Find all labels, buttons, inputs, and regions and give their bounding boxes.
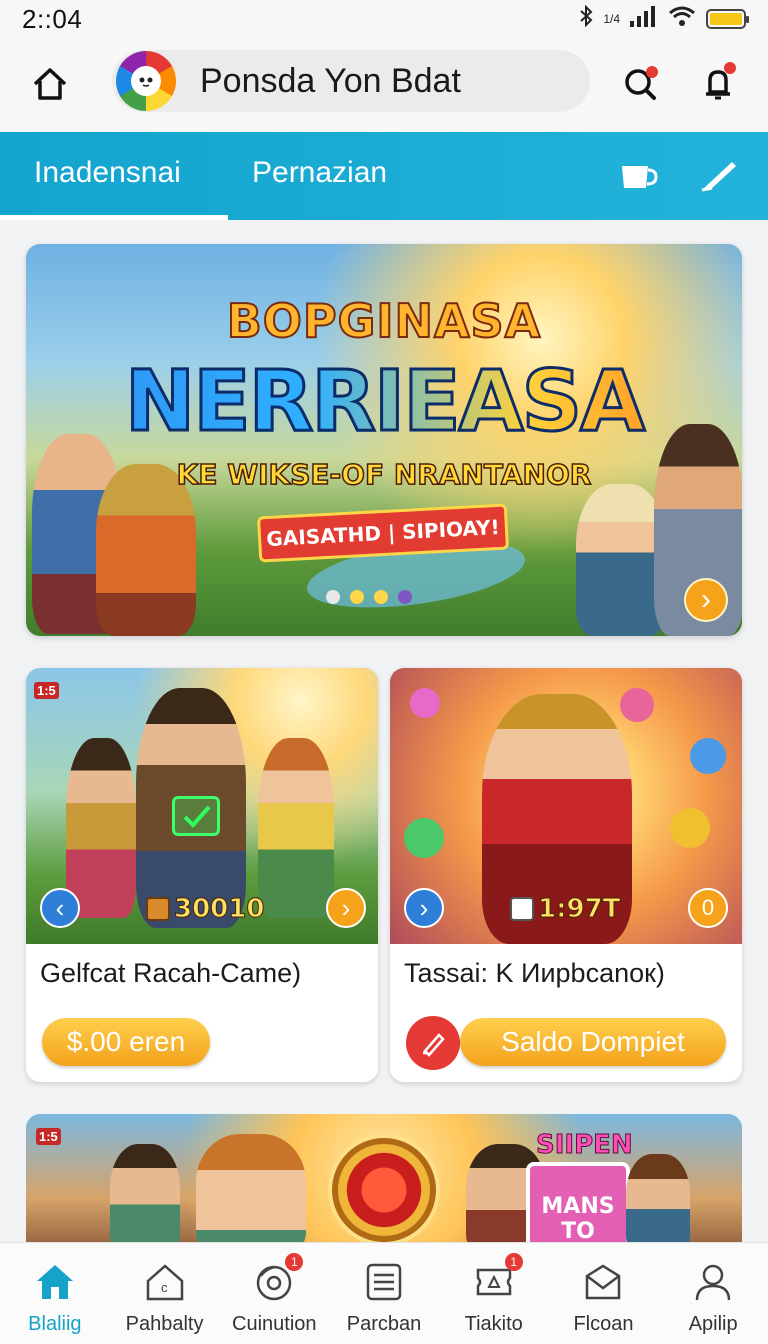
card-character — [66, 738, 136, 918]
promo-sign: MANS TO — [526, 1162, 630, 1254]
nav-label: Blaliig — [28, 1313, 82, 1335]
card-tag: 1:5 — [34, 682, 59, 699]
carousel-dot[interactable] — [326, 590, 340, 604]
chevron-right-icon[interactable]: › — [404, 888, 444, 928]
tab-pernazian[interactable]: Pernazian — [252, 156, 387, 190]
card-tag: 1:5 — [36, 1128, 61, 1145]
card-stat-value: 30010 — [173, 894, 265, 925]
svg-text:c: c — [161, 1280, 168, 1295]
hero-character-explorer — [576, 484, 666, 636]
earn-button[interactable]: $.00 eren — [42, 1018, 210, 1066]
app-logo — [116, 51, 176, 111]
chevron-right-icon[interactable]: › — [326, 888, 366, 928]
check-shield-icon — [172, 796, 220, 836]
status-time: 2::04 — [22, 3, 83, 34]
promo-character — [626, 1154, 690, 1254]
list-icon — [361, 1259, 407, 1305]
notification-icon[interactable] — [694, 60, 742, 108]
user-icon — [690, 1259, 736, 1305]
coin-counter: 0 — [688, 888, 728, 928]
pencil-icon[interactable] — [406, 1016, 460, 1070]
nav-badge: 1 — [285, 1253, 304, 1271]
nav-item-apilip[interactable]: Apilip — [658, 1243, 768, 1344]
nav-item-cuinution[interactable]: 1 Cuinution — [219, 1243, 329, 1344]
battery-fill — [710, 13, 742, 25]
search-icon[interactable] — [616, 60, 664, 108]
nav-item-home[interactable]: Blaliig — [0, 1243, 110, 1344]
nav-label: Cuinution — [232, 1313, 317, 1335]
home-icon[interactable] — [28, 62, 72, 106]
game-card[interactable]: › 1:97T 0 Tassai: K Ииpbcanoк) Saldo Dom… — [390, 668, 742, 1082]
nav-item-flcoan[interactable]: Flcoan — [549, 1243, 659, 1344]
search-badge — [646, 66, 658, 78]
tab-indicator — [0, 215, 228, 220]
pen-icon[interactable] — [696, 154, 740, 198]
bottom-nav: Blaliig c Pahbalty 1 Cuinution Parcban 1… — [0, 1242, 768, 1344]
status-bar: 2::04 1/4 — [0, 0, 768, 38]
card-stat: 30010 — [146, 894, 265, 925]
app-bar: Ponsda Yon Bdat — [0, 38, 768, 132]
ticket-icon: 1 — [471, 1253, 523, 1305]
promo-sign-top: SIIPEN — [536, 1130, 634, 1161]
coin-decoration — [620, 688, 654, 722]
carousel-dot[interactable] — [374, 590, 388, 604]
nav-item-tiakito[interactable]: 1 Tiakito — [439, 1243, 549, 1344]
card-title: Tassai: K Ииpbcanoк) — [404, 958, 665, 988]
chevron-right-icon[interactable]: › — [684, 578, 728, 622]
chevron-left-icon[interactable]: ‹ — [40, 888, 80, 928]
bluetooth-icon — [579, 4, 593, 33]
card-stat: 1:97T — [510, 894, 621, 925]
mail-icon — [580, 1259, 626, 1305]
promo-character — [196, 1134, 306, 1254]
coin-decoration — [404, 818, 444, 858]
carousel-dots — [326, 590, 412, 604]
nav-label: Apilip — [688, 1313, 738, 1335]
status-icons: 1/4 — [579, 4, 749, 33]
nav-badge: 1 — [504, 1253, 523, 1271]
tab-bar: Inadensnai Pernazian — [0, 132, 768, 220]
saldo-button[interactable]: Saldo Dompiet — [460, 1018, 726, 1066]
card-title: Gelfcat Racah-Came) — [40, 958, 302, 988]
promo-character — [110, 1144, 180, 1254]
tab-inadensnai[interactable]: Inadensnai — [34, 156, 181, 190]
carousel-dot[interactable] — [398, 590, 412, 604]
nav-label: Flcoan — [573, 1313, 634, 1335]
nav-label: Parcban — [346, 1313, 422, 1335]
disc-icon: 1 — [251, 1253, 304, 1305]
hero-banner[interactable]: BOPGINASA NERRIEASA KE WIKSE-OF NRANTANO… — [26, 244, 742, 636]
hero-title: NERRIEASA — [26, 351, 742, 452]
house-outline-icon: c — [142, 1259, 188, 1305]
spin-wheel[interactable] — [328, 1134, 440, 1246]
promo-card[interactable]: 1:5 SIIPEN MANS TO — [26, 1114, 742, 1254]
coin-box-icon — [146, 897, 170, 921]
game-card[interactable]: 1:5 ‹ 30010 › Gelfcat Racah-Came) $.00 e… — [26, 668, 378, 1082]
panda-icon — [131, 66, 161, 96]
mountain-box-icon — [510, 897, 534, 921]
home-icon — [32, 1259, 78, 1305]
coin-decoration — [690, 738, 726, 774]
hero-title-top: BOPGINASA — [226, 293, 542, 349]
coin-decoration — [670, 808, 710, 848]
nav-item-pahbalty[interactable]: c Pahbalty — [110, 1243, 220, 1344]
nav-label: Pahbalty — [125, 1313, 204, 1335]
wifi-icon — [668, 5, 696, 33]
search-bar[interactable]: Ponsda Yon Bdat — [112, 50, 590, 112]
app-title: Ponsda Yon Bdat — [200, 61, 461, 100]
nav-label: Tiakito — [464, 1313, 523, 1335]
hero-subtitle: KE WIKSE-OF NRANTANOR — [176, 457, 592, 492]
coin-decoration — [410, 688, 440, 718]
network-label: 1/4 — [603, 12, 620, 26]
cup-icon[interactable] — [616, 154, 660, 198]
card-character — [258, 738, 334, 918]
carousel-dot[interactable] — [350, 590, 364, 604]
card-stat-value: 1:97T — [537, 894, 621, 925]
signal-icon — [630, 5, 658, 33]
nav-item-parcban[interactable]: Parcban — [329, 1243, 439, 1344]
battery-icon — [706, 9, 749, 29]
notification-badge — [724, 62, 736, 74]
